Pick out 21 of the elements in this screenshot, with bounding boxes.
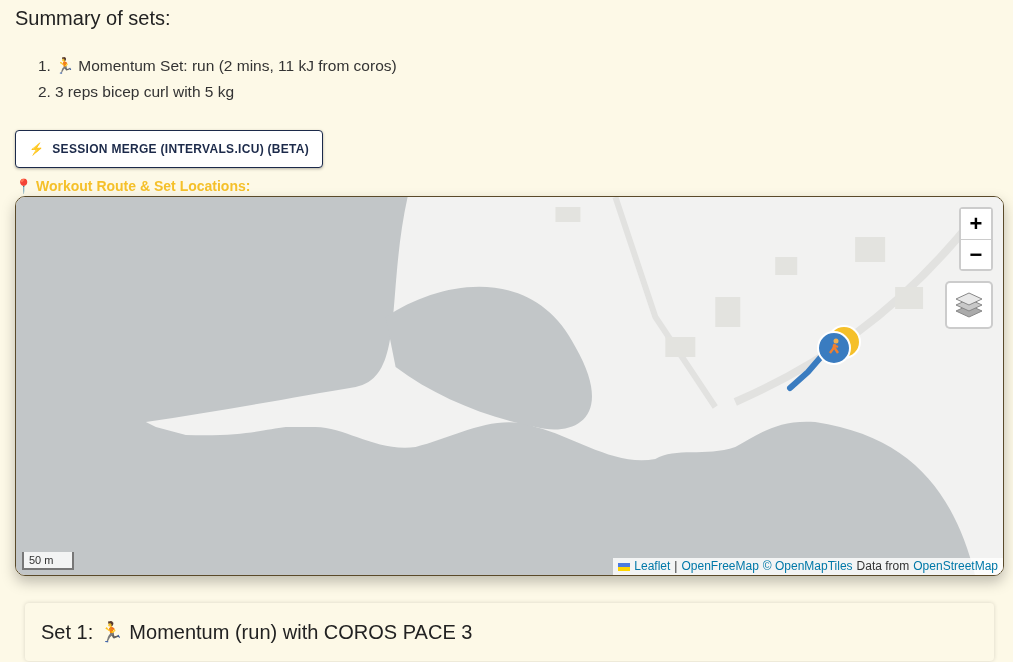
set-title: Set 1: 🏃 Momentum (run) with COROS PACE 3 [41,620,474,644]
attribution-link[interactable]: OpenStreetMap [913,558,998,575]
zoom-out-button[interactable]: − [961,239,991,269]
pin-icon: 📍 [15,176,32,196]
attribution-text: Data from [856,558,910,575]
attribution-link[interactable]: OpenFreeMap [681,558,759,575]
route-marker-drawing[interactable] [787,325,861,391]
attribution-link[interactable]: Leaflet [618,558,671,575]
list-item-text: 3 reps bicep curl with 5 kg [54,82,235,102]
lightning-icon: ⚡ [29,140,45,158]
section-heading: Workout Route & Set Locations: [36,177,251,196]
attribution-text: | [674,558,678,575]
session-merge-button[interactable]: ⚡ SESSION MERGE (INTERVALS.ICU) (BETA) [15,130,324,168]
layers-button[interactable] [945,281,993,329]
list-item-text: 🏃 Momentum Set: run (2 mins, 11 kJ from coros) [54,56,397,76]
scale-bar: 50 m [22,552,74,570]
summary-heading: Summary of sets: [15,6,172,31]
list-number: 1. [38,56,51,76]
layers-icon [955,292,983,318]
list-number: 2. [38,82,51,102]
attribution-link[interactable]: © OpenMapTiles [762,558,853,575]
